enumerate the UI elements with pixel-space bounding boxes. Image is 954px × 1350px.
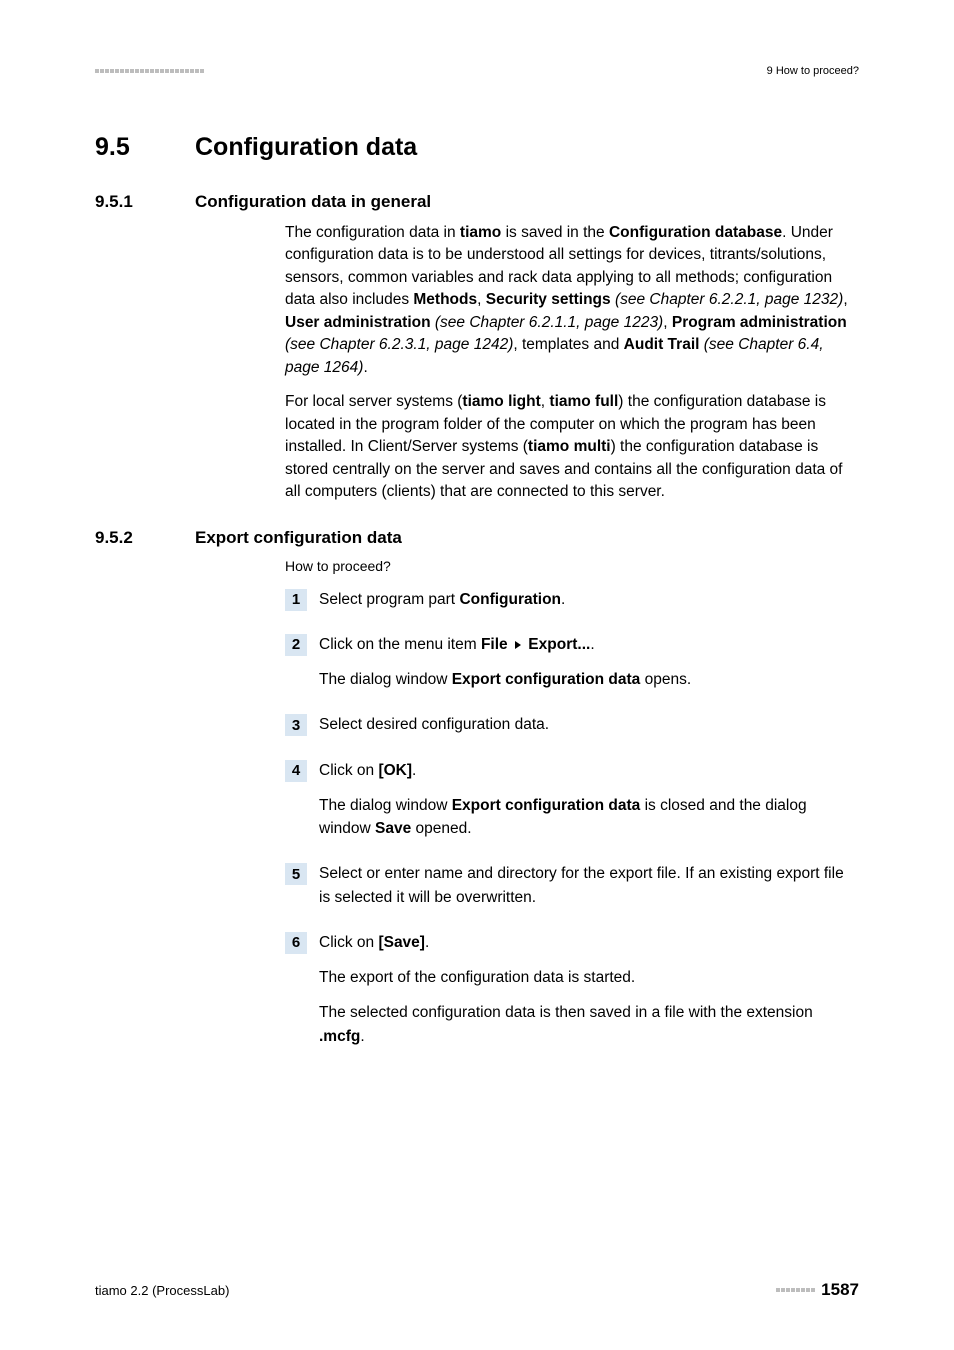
step-text: Select program part Configuration. [319, 588, 859, 611]
step-text: Click on [OK]. [319, 759, 859, 782]
step-2: 2 Click on the menu item File Export....… [285, 633, 859, 692]
subsection-number: 9.5.2 [95, 528, 195, 548]
step-number: 2 [285, 634, 307, 656]
step-4: 4 Click on [OK]. The dialog window Expor… [285, 759, 859, 841]
step-text: Click on the menu item File Export.... [319, 633, 859, 656]
step-number: 5 [285, 863, 307, 885]
section-number: 9.5 [95, 133, 195, 162]
subsection-title: Configuration data in general [195, 192, 431, 212]
step-text: Click on [Save]. [319, 931, 859, 954]
page-footer: tiamo 2.2 (ProcessLab) 1587 [95, 1280, 859, 1300]
subsection-heading-9-5-1: 9.5.1 Configuration data in general [95, 192, 859, 212]
section-title: Configuration data [195, 133, 417, 162]
paragraph: For local server systems (tiamo light, t… [285, 391, 859, 503]
step-text: Select or enter name and directory for t… [319, 862, 859, 909]
decorative-dots-left [95, 69, 204, 73]
menu-separator-icon [515, 641, 521, 649]
step-6: 6 Click on [Save]. The export of the con… [285, 931, 859, 1048]
step-result: The export of the configuration data is … [319, 966, 859, 989]
paragraph: The configuration data in tiamo is saved… [285, 222, 859, 379]
step-result: The selected configuration data is then … [319, 1001, 859, 1048]
step-number: 4 [285, 760, 307, 782]
step-number: 1 [285, 589, 307, 611]
step-number: 3 [285, 714, 307, 736]
steps-list: 1 Select program part Configuration. 2 C… [285, 588, 859, 1048]
subsection-title: Export configuration data [195, 528, 402, 548]
section-heading-9-5: 9.5 Configuration data [95, 133, 859, 162]
step-5: 5 Select or enter name and directory for… [285, 862, 859, 909]
step-result: The dialog window Export configuration d… [319, 668, 859, 691]
step-1: 1 Select program part Configuration. [285, 588, 859, 611]
step-number: 6 [285, 932, 307, 954]
running-head: 9 How to proceed? [767, 65, 859, 77]
step-lead: How to proceed? [285, 558, 859, 574]
page-header: 9 How to proceed? [95, 65, 859, 77]
subsection-heading-9-5-2: 9.5.2 Export configuration data [95, 528, 859, 548]
step-3: 3 Select desired configuration data. [285, 713, 859, 736]
step-result: The dialog window Export configuration d… [319, 794, 859, 841]
decorative-dots-right [776, 1288, 815, 1292]
subsection-number: 9.5.1 [95, 192, 195, 212]
footer-left: tiamo 2.2 (ProcessLab) [95, 1283, 229, 1298]
page-number: 1587 [821, 1280, 859, 1300]
subsection-body: The configuration data in tiamo is saved… [285, 222, 859, 504]
step-text: Select desired configuration data. [319, 713, 859, 736]
